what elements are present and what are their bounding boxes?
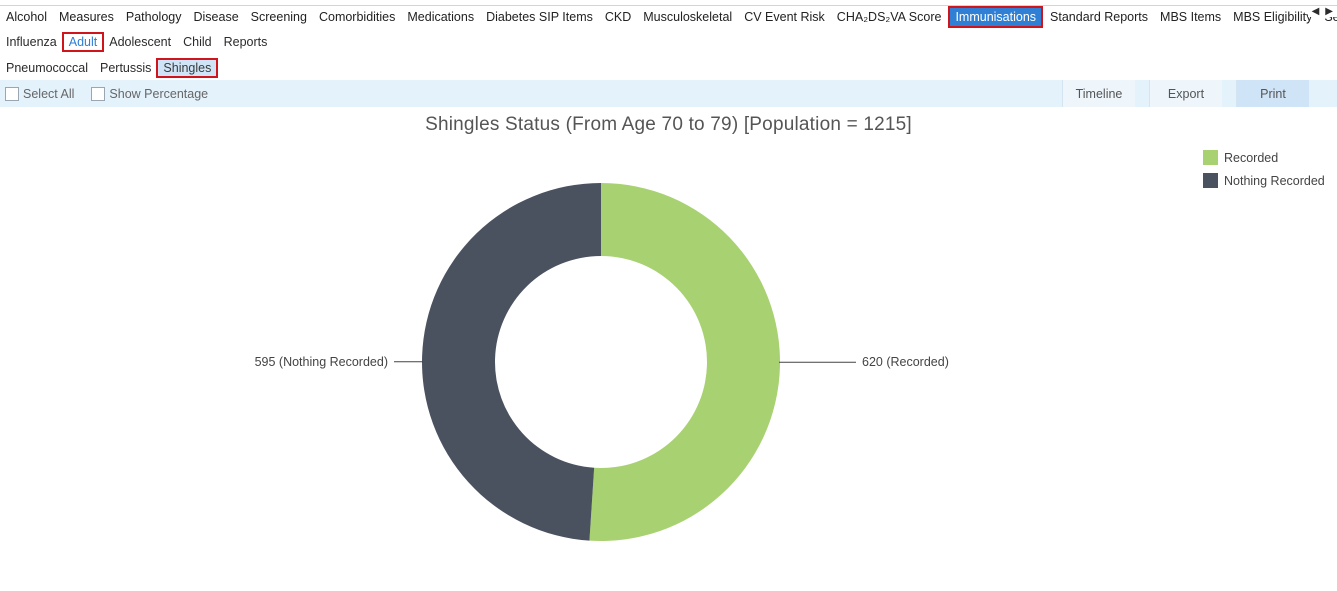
legend-item[interactable]: Recorded	[1203, 146, 1325, 169]
legend-swatch	[1203, 173, 1218, 188]
legend-label: Recorded	[1224, 150, 1279, 165]
donut-slice-recorded[interactable]	[589, 183, 781, 541]
legend-item[interactable]: Nothing Recorded	[1203, 169, 1325, 192]
donut-chart: 620 (Recorded) 595 (Nothing Recorded)	[255, 183, 949, 541]
slice-label: 620 (Recorded)	[862, 355, 949, 369]
donut-slice-nothing-recorded[interactable]	[422, 183, 601, 541]
slice-label: 595 (Nothing Recorded)	[255, 355, 388, 369]
legend-swatch	[1203, 150, 1218, 165]
chart-legend: Recorded Nothing Recorded	[1203, 146, 1325, 192]
legend-label: Nothing Recorded	[1224, 173, 1325, 188]
